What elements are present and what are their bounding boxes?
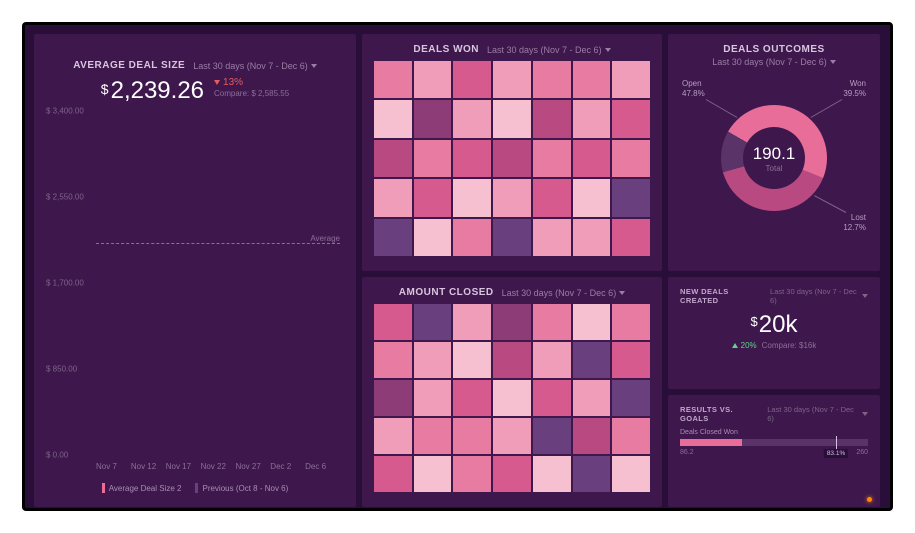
chevron-down-icon bbox=[830, 60, 836, 64]
ads-kpi-value: $2,239.26 bbox=[101, 77, 204, 105]
panel-new-deals-created: NEW DEALS CREATED Last 30 days (Nov 7 - … bbox=[668, 277, 880, 389]
panel-results-vs-goals: RESULTS VS. GOALS Last 30 days (Nov 7 - … bbox=[668, 395, 880, 507]
ads-compare: Compare: $ 2,585.55 bbox=[214, 89, 289, 98]
ads-average-line-label: Average bbox=[310, 234, 340, 243]
outcomes-title: DEALS OUTCOMES bbox=[723, 44, 824, 55]
new-deals-period-selector[interactable]: Last 30 days (Nov 7 - Dec 6) bbox=[770, 287, 868, 305]
rvg-goal-marker: 83.1% bbox=[824, 449, 848, 458]
chevron-down-icon bbox=[311, 64, 317, 68]
rvg-progress-bar: 83.1% bbox=[680, 439, 868, 446]
chevron-down-icon bbox=[862, 412, 868, 416]
ads-bar-chart: $ 3,400.00$ 2,550.00$ 1,700.00$ 850.00$ … bbox=[46, 111, 344, 497]
chevron-down-icon bbox=[619, 291, 625, 295]
outcomes-open-label: Open47.8% bbox=[682, 79, 705, 99]
outcomes-total-value: 190.1 bbox=[753, 144, 796, 164]
panel-deals-won: DEALS WON Last 30 days (Nov 7 - Dec 6) bbox=[362, 34, 662, 271]
new-deals-value: $20k bbox=[680, 311, 868, 339]
rvg-period-selector[interactable]: Last 30 days (Nov 7 - Dec 6) bbox=[767, 405, 868, 423]
outcomes-won-label: Won39.5% bbox=[843, 79, 866, 99]
outcomes-period-selector[interactable]: Last 30 days (Nov 7 - Dec 6) bbox=[712, 57, 836, 67]
ads-period-selector[interactable]: Last 30 days (Nov 7 - Dec 6) bbox=[193, 61, 317, 71]
status-led-icon bbox=[867, 497, 872, 502]
ads-title: AVERAGE DEAL SIZE bbox=[73, 60, 185, 71]
chevron-down-icon bbox=[605, 48, 611, 52]
rvg-scale-low: 86.2 bbox=[680, 449, 694, 456]
dashboard-screen: AVERAGE DEAL SIZE Last 30 days (Nov 7 - … bbox=[22, 22, 893, 511]
new-deals-delta: 20% bbox=[732, 341, 757, 350]
triangle-down-icon bbox=[214, 80, 220, 85]
panel-deals-outcomes: DEALS OUTCOMES Last 30 days (Nov 7 - Dec… bbox=[668, 34, 880, 271]
triangle-up-icon bbox=[732, 343, 738, 348]
rvg-metric-label: Deals Closed Won bbox=[680, 429, 868, 436]
right-column-bottom: NEW DEALS CREATED Last 30 days (Nov 7 - … bbox=[668, 277, 880, 507]
panel-amount-closed: AMOUNT CLOSED Last 30 days (Nov 7 - Dec … bbox=[362, 277, 662, 507]
panel-average-deal-size: AVERAGE DEAL SIZE Last 30 days (Nov 7 - … bbox=[34, 34, 356, 507]
outcomes-lost-label: Lost12.7% bbox=[843, 213, 866, 233]
outcomes-donut-chart: 190.1 Total Open47.8% Won39.5% Lost12.7% bbox=[680, 73, 868, 243]
deals-won-period-selector[interactable]: Last 30 days (Nov 7 - Dec 6) bbox=[487, 45, 611, 55]
rvg-scale-high: 260 bbox=[856, 449, 868, 456]
deals-won-heatmap bbox=[374, 61, 650, 256]
chevron-down-icon bbox=[862, 294, 868, 298]
rvg-title: RESULTS VS. GOALS bbox=[680, 405, 761, 423]
legend-current: Average Deal Size 2 bbox=[102, 483, 182, 493]
amount-closed-period-selector[interactable]: Last 30 days (Nov 7 - Dec 6) bbox=[502, 288, 626, 298]
ads-delta: 13% bbox=[214, 77, 243, 88]
amount-closed-title: AMOUNT CLOSED bbox=[399, 287, 494, 298]
ads-legend: Average Deal Size 2 Previous (Oct 8 - No… bbox=[46, 483, 344, 493]
deals-won-title: DEALS WON bbox=[413, 44, 479, 55]
outcomes-total-label: Total bbox=[766, 164, 783, 173]
amount-closed-heatmap bbox=[374, 304, 650, 492]
new-deals-title: NEW DEALS CREATED bbox=[680, 287, 764, 305]
new-deals-compare: Compare: $16k bbox=[762, 341, 817, 350]
legend-previous: Previous (Oct 8 - Nov 6) bbox=[195, 483, 288, 493]
